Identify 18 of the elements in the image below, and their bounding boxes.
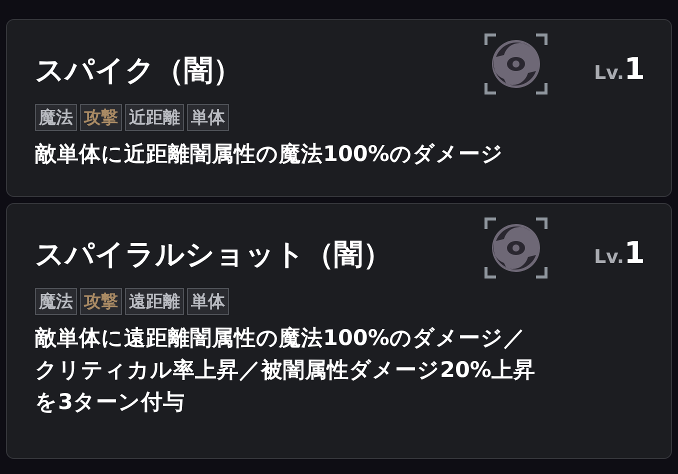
skill-tag: 単体: [187, 104, 229, 131]
skill-name: スパイラルショット（闇）: [35, 236, 393, 273]
skill-tag: 攻撃: [80, 104, 122, 131]
skill-name: スパイク（闇）: [35, 52, 243, 89]
skill-tag: 単体: [187, 288, 229, 315]
skill-tag: 近距離: [125, 104, 184, 131]
skill-tag: 魔法: [35, 104, 77, 131]
skill-tag: 攻撃: [80, 288, 122, 315]
spiral-icon: [484, 33, 548, 95]
level-label: Lv.: [594, 246, 624, 268]
skill-tag: 魔法: [35, 288, 77, 315]
level-value: 1: [624, 236, 645, 270]
skill-description: 敵単体に近距離闇属性の魔法100%のダメージ: [35, 141, 504, 169]
skill-tag: 遠距離: [125, 288, 184, 315]
skill-description: 敵単体に遠距離闇属性の魔法100%のダメージ／ クリティカル率上昇／被闇属性ダメージ20%上昇 を3ターン付与: [35, 325, 536, 417]
level-value: 1: [624, 52, 645, 86]
spiral-icon: [484, 217, 548, 279]
level-label: Lv.: [594, 62, 624, 84]
